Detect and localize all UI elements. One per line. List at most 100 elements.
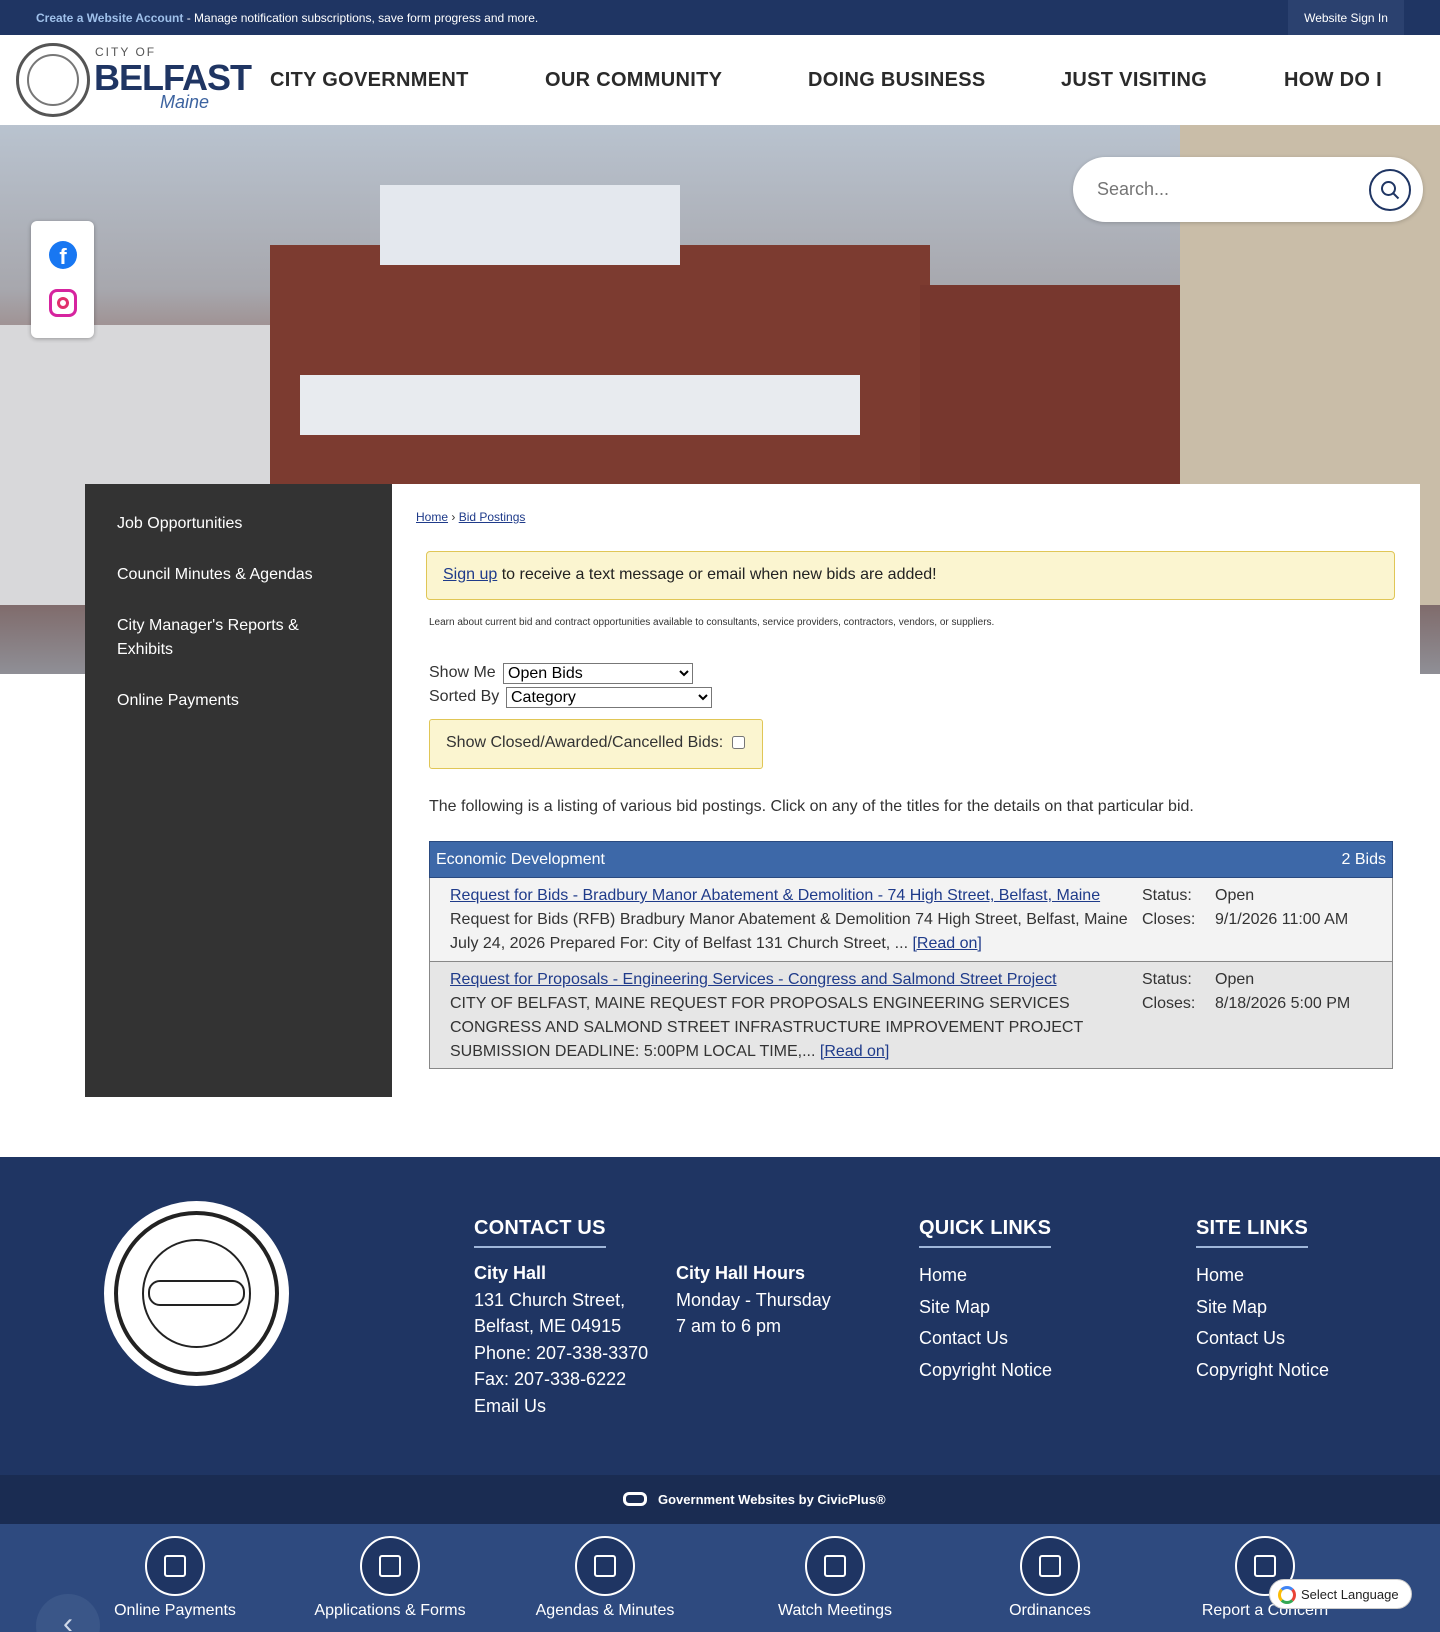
listing-description: The following is a listing of various bi… bbox=[429, 798, 1194, 815]
utility-bar: Create a Website Account - Manage notifi… bbox=[0, 0, 1440, 35]
signup-text: to receive a text message or email when … bbox=[497, 566, 937, 583]
instagram-icon[interactable] bbox=[49, 289, 77, 317]
search-box bbox=[1073, 157, 1423, 222]
bid-status-labels: Status: Closes: bbox=[1142, 968, 1195, 1016]
address-line-2: Belfast, ME 04915 bbox=[474, 1316, 622, 1336]
table-row: Request for Bids - Bradbury Manor Abatem… bbox=[429, 878, 1393, 962]
show-me-select[interactable]: Open Bids bbox=[503, 663, 693, 684]
language-selector[interactable]: Select Language bbox=[1269, 1579, 1412, 1609]
breadcrumb: Home › Bid Postings bbox=[416, 510, 525, 524]
nav-our-community[interactable]: OUR COMMUNITY bbox=[545, 69, 722, 92]
main-content: Home › Bid Postings Sign up to receive a… bbox=[392, 484, 1420, 1097]
table-row: Request for Proposals - Engineering Serv… bbox=[429, 962, 1393, 1069]
show-closed-checkbox[interactable] bbox=[732, 736, 745, 749]
bid-description: Request for Bids (RFB) Bradbury Manor Ab… bbox=[450, 911, 1128, 952]
sidebar-item-job-opportunities[interactable]: Job Opportunities bbox=[117, 512, 377, 536]
signup-link[interactable]: Sign up bbox=[443, 566, 497, 583]
logo-state[interactable]: Maine bbox=[160, 92, 209, 113]
sidebar-item-city-manager-reports[interactable]: City Manager's Reports & Exhibits bbox=[117, 614, 327, 662]
create-account-link[interactable]: Create a Website Account bbox=[36, 11, 183, 25]
closes-label: Closes: bbox=[1142, 911, 1196, 928]
bid-status-values: Open 8/18/2026 5:00 PM bbox=[1215, 968, 1350, 1016]
sidebar-item-online-payments[interactable]: Online Payments bbox=[117, 689, 377, 713]
quick-links-heading: QUICK LINKS bbox=[919, 1217, 1052, 1248]
quick-applications-forms[interactable]: Applications & Forms bbox=[290, 1602, 490, 1620]
nav-just-visiting[interactable]: JUST VISITING bbox=[1061, 69, 1207, 92]
sorted-by-select[interactable]: Category bbox=[506, 687, 712, 708]
site-link-site-map[interactable]: Site Map bbox=[1196, 1292, 1329, 1324]
hours-title: City Hall Hours bbox=[676, 1263, 806, 1283]
quick-link-contact-us[interactable]: Contact Us bbox=[919, 1323, 1052, 1355]
quick-link-copyright[interactable]: Copyright Notice bbox=[919, 1355, 1052, 1387]
social-links: f bbox=[31, 221, 94, 338]
show-closed-box: Show Closed/Awarded/Cancelled Bids: bbox=[429, 719, 763, 769]
nav-city-government[interactable]: CITY GOVERNMENT bbox=[270, 69, 469, 92]
calendar-icon[interactable] bbox=[575, 1536, 635, 1596]
city-hall-title: City Hall bbox=[474, 1263, 547, 1283]
online-payments-icon[interactable] bbox=[145, 1536, 205, 1596]
search-icon bbox=[1381, 181, 1400, 200]
bid-status-values: Open 9/1/2026 11:00 AM bbox=[1215, 884, 1348, 932]
status-label: Status: bbox=[1142, 887, 1192, 904]
sorted-by-label: Sorted By bbox=[429, 688, 500, 705]
site-footer: CONTACT US City Hall 131 Church Street, … bbox=[0, 1157, 1440, 1475]
account-message: Create a Website Account - Manage notifi… bbox=[36, 11, 538, 25]
civicplus-logo-icon bbox=[623, 1492, 647, 1506]
sidebar-item-council-minutes[interactable]: Council Minutes & Agendas bbox=[117, 563, 377, 587]
civicplus-bar: Government Websites by CivicPlus® bbox=[0, 1475, 1440, 1524]
quick-agendas-minutes[interactable]: Agendas & Minutes bbox=[505, 1602, 705, 1620]
search-button[interactable] bbox=[1369, 169, 1411, 211]
site-link-copyright[interactable]: Copyright Notice bbox=[1196, 1355, 1329, 1387]
applications-forms-icon[interactable] bbox=[360, 1536, 420, 1596]
closes-value: 8/18/2026 5:00 PM bbox=[1215, 995, 1351, 1012]
status-value: Open bbox=[1215, 887, 1255, 904]
site-header: CITY OF BELFAST Maine CITY GOVERNMENT OU… bbox=[0, 35, 1440, 125]
facebook-icon[interactable]: f bbox=[49, 241, 77, 269]
phone-number: Phone: 207-338-3370 bbox=[474, 1342, 649, 1363]
watch-meetings-icon[interactable] bbox=[805, 1536, 865, 1596]
bid-table: Economic Development 2 Bids Request for … bbox=[429, 841, 1393, 1069]
nav-doing-business[interactable]: DOING BUSINESS bbox=[808, 69, 986, 92]
read-on-link[interactable]: [Read on] bbox=[912, 935, 981, 952]
status-value: Open bbox=[1215, 971, 1255, 988]
bid-info: Request for Bids - Bradbury Manor Abatem… bbox=[450, 884, 1140, 956]
language-label: Select Language bbox=[1301, 1587, 1399, 1602]
status-label: Status: bbox=[1142, 971, 1192, 988]
quick-ordinances[interactable]: Ordinances bbox=[950, 1602, 1150, 1620]
hours-days: Monday - Thursday bbox=[676, 1289, 831, 1310]
closes-label: Closes: bbox=[1142, 995, 1196, 1012]
closes-value: 9/1/2026 11:00 AM bbox=[1215, 911, 1349, 928]
hours-info: City Hall Hours Monday - Thursday 7 am t… bbox=[676, 1260, 831, 1340]
intro-text: Learn about current bid and contract opp… bbox=[429, 617, 995, 628]
bid-category-name: Economic Development bbox=[436, 851, 605, 868]
bid-title-link[interactable]: Request for Bids - Bradbury Manor Abatem… bbox=[450, 887, 1100, 904]
quick-watch-meetings[interactable]: Watch Meetings bbox=[735, 1602, 935, 1620]
chevron-left-icon[interactable]: ‹ bbox=[36, 1594, 100, 1632]
address-line-1: 131 Church Street, bbox=[474, 1289, 626, 1310]
site-link-contact-us[interactable]: Contact Us bbox=[1196, 1323, 1329, 1355]
breadcrumb-home[interactable]: Home bbox=[416, 510, 448, 524]
quick-online-payments[interactable]: Online Payments bbox=[75, 1602, 275, 1620]
city-seal-logo[interactable] bbox=[16, 43, 90, 117]
nav-how-do-i[interactable]: HOW DO I bbox=[1284, 69, 1382, 92]
ordinances-icon[interactable] bbox=[1020, 1536, 1080, 1596]
civicplus-link[interactable]: Government Websites by CivicPlus® bbox=[658, 1492, 886, 1507]
contact-heading: CONTACT US bbox=[474, 1217, 606, 1248]
bid-category-header: Economic Development 2 Bids bbox=[429, 841, 1393, 878]
site-links-heading: SITE LINKS bbox=[1196, 1217, 1309, 1248]
bid-info: Request for Proposals - Engineering Serv… bbox=[450, 968, 1140, 1064]
sidebar-nav: Job Opportunities Council Minutes & Agen… bbox=[85, 484, 392, 1097]
site-link-home[interactable]: Home bbox=[1196, 1260, 1329, 1292]
quick-link-site-map[interactable]: Site Map bbox=[919, 1292, 1052, 1324]
bid-title-link[interactable]: Request for Proposals - Engineering Serv… bbox=[450, 971, 1057, 988]
quick-link-home[interactable]: Home bbox=[919, 1260, 1052, 1292]
breadcrumb-bid-postings[interactable]: Bid Postings bbox=[459, 510, 526, 524]
breadcrumb-separator: › bbox=[451, 510, 456, 524]
email-us-link[interactable]: Email Us bbox=[474, 1393, 648, 1420]
search-input[interactable] bbox=[1097, 171, 1357, 207]
account-message-text: - Manage notification subscriptions, sav… bbox=[183, 11, 539, 25]
sign-in-button[interactable]: Website Sign In bbox=[1288, 0, 1404, 35]
read-on-link[interactable]: [Read on] bbox=[820, 1043, 889, 1060]
quick-links-bar: Online Payments Applications & Forms Age… bbox=[0, 1524, 1440, 1632]
show-me-label: Show Me bbox=[429, 664, 496, 681]
